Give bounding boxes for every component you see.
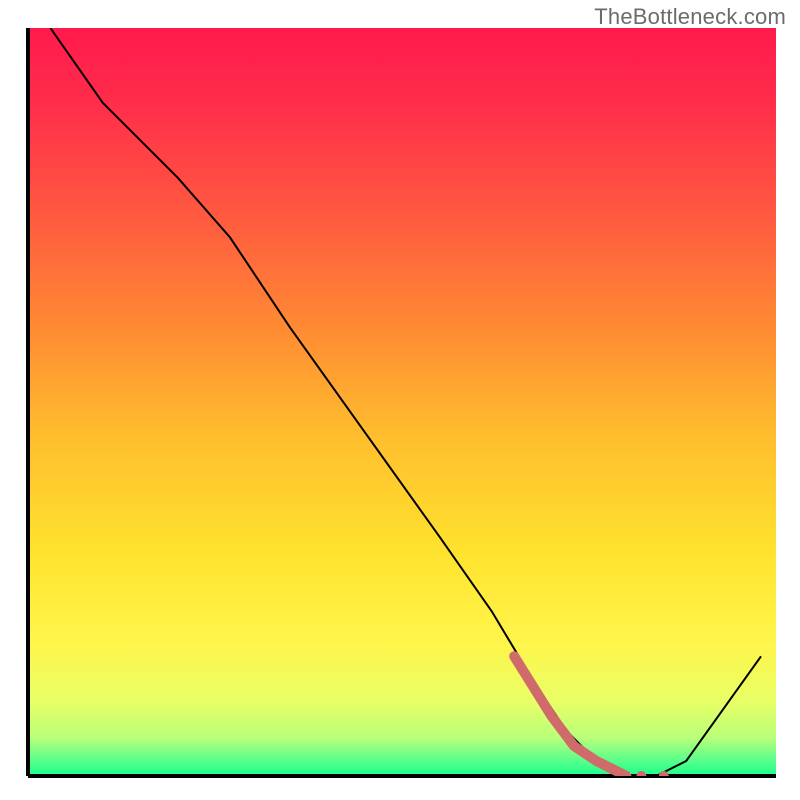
chart-canvas: TheBottleneck.com	[0, 0, 800, 800]
bottleneck-chart	[0, 0, 800, 800]
watermark-text: TheBottleneck.com	[594, 4, 786, 30]
